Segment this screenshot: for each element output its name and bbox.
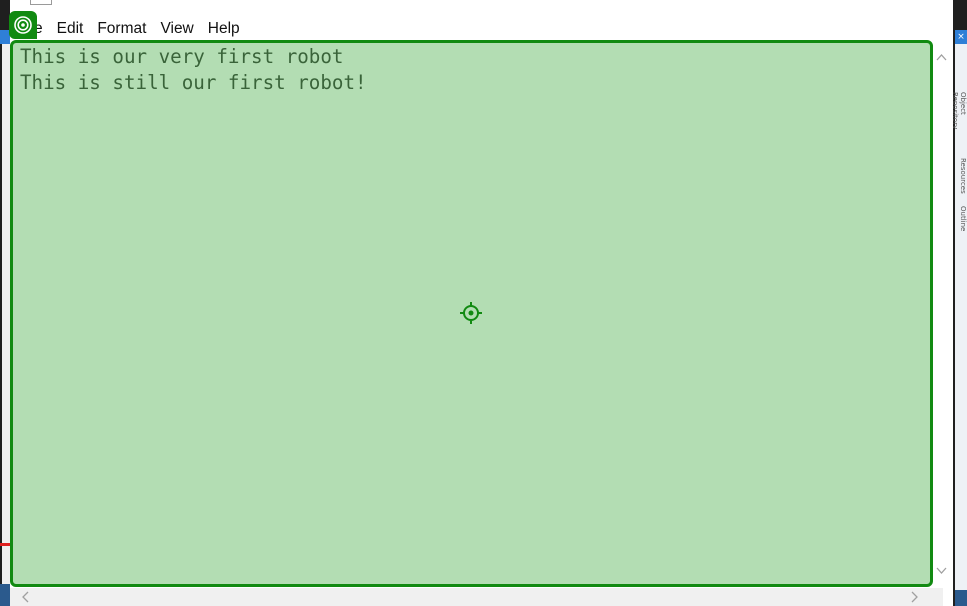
chevron-left-icon[interactable] (20, 591, 32, 603)
background-window-left (0, 0, 10, 606)
side-tab-object-repository[interactable]: Object Repository (951, 92, 967, 152)
menu-format[interactable]: Format (90, 18, 153, 40)
background-window-right: × Object Repository Resources Outline (951, 0, 967, 606)
background-window-marker (0, 543, 10, 546)
menu-help[interactable]: Help (201, 18, 247, 40)
editor-content[interactable]: This is our very first robot This is stil… (20, 44, 367, 96)
chevron-down-icon[interactable] (936, 565, 947, 576)
menu-bar: e Edit Format View Help (10, 18, 247, 40)
menu-edit[interactable]: Edit (50, 18, 91, 40)
crosshair-icon (460, 302, 482, 324)
notepad-window: e Edit Format View Help This is our very… (9, 0, 953, 606)
background-window-panel (2, 44, 10, 584)
editor-line: This is still our first robot! (20, 71, 367, 94)
side-tab-outline[interactable]: Outline (955, 206, 967, 240)
background-window-footer-right (955, 590, 967, 606)
vertical-scrollbar[interactable] (933, 40, 950, 588)
side-tab-resources[interactable]: Resources (955, 158, 967, 202)
chevron-up-icon[interactable] (936, 52, 947, 63)
target-icon (9, 11, 37, 39)
horizontal-scrollbar[interactable] (10, 588, 943, 606)
close-icon[interactable]: × (955, 30, 967, 44)
background-window-footer (0, 584, 10, 606)
chevron-right-icon[interactable] (908, 591, 920, 603)
document-icon (30, 0, 52, 5)
editor-line: This is our very first robot (20, 45, 344, 68)
menu-view[interactable]: View (153, 18, 200, 40)
